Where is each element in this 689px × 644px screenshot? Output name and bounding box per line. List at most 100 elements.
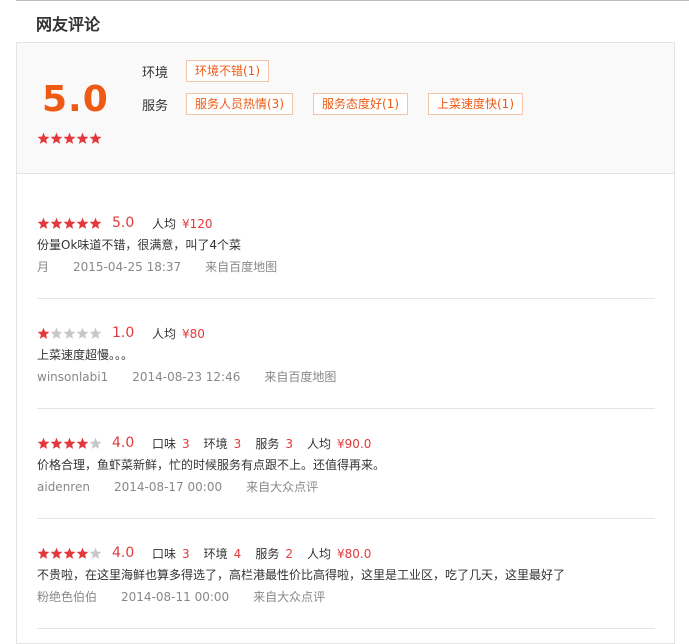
star-filled-icon — [37, 437, 50, 450]
review-time: 2014-08-11 00:00 — [121, 590, 230, 604]
review-attr: 服务 3 — [255, 435, 293, 452]
star-filled-icon — [76, 547, 89, 560]
tag-good-attitude[interactable]: 服务态度好(1) — [313, 93, 408, 115]
attr-value: 2 — [285, 546, 293, 561]
review-footer: 粉绝色伯伯 2014-08-11 00:00 来自大众点评 — [37, 588, 655, 606]
review-attr: 环境 4 — [204, 545, 242, 562]
star-empty-icon — [89, 327, 102, 340]
review-time: 2014-08-23 12:46 — [132, 370, 241, 384]
attr-value: 3 — [182, 546, 190, 561]
overall-score: 5.0 — [42, 79, 109, 120]
review-item: 4.0 口味 3 环境 3 服务 3 人均 ¥90.0 价格合理，鱼虾菜新鲜，忙的时候服… — [37, 434, 655, 496]
review-divider — [37, 298, 655, 299]
attr-key: 服务 — [255, 546, 280, 561]
review-time: 2014-08-17 00:00 — [113, 480, 223, 494]
star-empty-icon — [89, 547, 102, 560]
review-score: 1.0 — [112, 325, 135, 341]
attr-value: ¥90.0 — [336, 436, 372, 451]
review-meta: 4.0 口味 3 环境 3 服务 3 人均 ¥90.0 — [37, 434, 655, 452]
star-filled-icon — [50, 547, 63, 560]
attr-value: 3 — [182, 436, 190, 451]
attr-value: 4 — [233, 546, 242, 561]
attr-value: ¥80 — [182, 326, 205, 341]
tag-environment-good[interactable]: 环境不错(1) — [186, 60, 269, 82]
star-filled-icon — [89, 217, 102, 230]
review-item: 1.0 人均 ¥80 上菜速度超慢。。。 winsonlabi1 2014-08-… — [37, 324, 655, 386]
review-attr: 服务 2 — [255, 545, 293, 562]
tag-row-label: 服务 — [142, 98, 169, 114]
star-filled-icon — [50, 217, 63, 230]
overall-stars — [37, 132, 102, 145]
review-score: 5.0 — [112, 215, 135, 231]
review-time: 2015-04-25 18:37 — [73, 260, 182, 274]
star-filled-icon — [37, 327, 50, 340]
star-filled-icon — [89, 132, 102, 145]
star-filled-icon — [63, 437, 76, 450]
attr-value: ¥80.0 — [336, 546, 372, 561]
attr-key: 口味 — [152, 546, 177, 561]
review-stars — [37, 327, 102, 340]
tag-row-service: 服务 服务人员热情(3) 服务态度好(1) 上菜速度快(1) — [142, 93, 543, 115]
review-footer: winsonlabi1 2014-08-23 12:46 来自百度地图 — [37, 368, 655, 386]
review-attr: 口味 3 — [152, 435, 190, 452]
tag-row-label: 环境 — [142, 65, 169, 81]
attr-value: 3 — [285, 436, 293, 451]
star-filled-icon — [63, 132, 76, 145]
review-attr: 人均 ¥80.0 — [307, 545, 371, 562]
review-score: 4.0 — [112, 435, 135, 451]
review-item: 4.0 口味 3 环境 4 服务 2 人均 ¥80.0 不贵啦，在这里海鲜也算多得选了，… — [37, 544, 655, 606]
review-source: 来自百度地图 — [205, 260, 278, 274]
star-filled-icon — [63, 217, 76, 230]
attr-value: ¥120 — [182, 216, 213, 231]
review-user: 粉绝色伯伯 — [37, 590, 98, 604]
attr-key: 环境 — [203, 436, 228, 451]
rating-summary: 5.0 环境 环境不错(1) 服务 服务人员热情(3) 服务态度好(1) 上菜速… — [17, 43, 674, 174]
review-content: 价格合理，鱼虾菜新鲜，忙的时候服务有点跟不上。还值得再来。 — [37, 458, 386, 472]
section-title: 网友评论 — [36, 15, 101, 34]
review-user: aidenren — [37, 480, 90, 494]
tag-fast-serving[interactable]: 上菜速度快(1) — [428, 93, 523, 115]
star-empty-icon — [89, 437, 102, 450]
tag-row-environment: 环境 环境不错(1) — [142, 60, 289, 82]
attr-value: 3 — [233, 436, 242, 451]
attr-key: 人均 — [306, 546, 331, 561]
review-attr: 人均 ¥90.0 — [307, 435, 371, 452]
top-border — [16, 0, 689, 1]
review-content: 上菜速度超慢。。。 — [37, 348, 134, 362]
review-footer: aidenren 2014-08-17 00:00 来自大众点评 — [37, 478, 655, 496]
review-meta: 1.0 人均 ¥80 — [37, 324, 655, 342]
tag-staff-friendly[interactable]: 服务人员热情(3) — [186, 93, 293, 115]
review-stars — [37, 547, 102, 560]
star-empty-icon — [76, 327, 89, 340]
review-source: 来自百度地图 — [264, 370, 337, 384]
review-divider — [37, 518, 655, 519]
review-meta: 5.0 人均 ¥120 — [37, 214, 655, 232]
review-meta: 4.0 口味 3 环境 4 服务 2 人均 ¥80.0 — [37, 544, 655, 562]
star-filled-icon — [76, 437, 89, 450]
attr-key: 人均 — [152, 326, 177, 341]
star-empty-icon — [50, 327, 63, 340]
star-filled-icon — [63, 547, 76, 560]
star-filled-icon — [50, 437, 63, 450]
star-filled-icon — [37, 132, 50, 145]
review-footer: 月 2015-04-25 18:37 来自百度地图 — [37, 258, 655, 276]
review-divider — [37, 628, 655, 629]
review-attr: 环境 3 — [204, 435, 242, 452]
star-empty-icon — [63, 327, 76, 340]
review-user: winsonlabi1 — [37, 370, 109, 384]
review-content: 不贵啦，在这里海鲜也算多得选了，高栏港最性价比高得啦，这里是工业区，吃了几天，这… — [37, 568, 566, 582]
attr-key: 人均 — [152, 216, 177, 231]
review-attr: 人均 ¥120 — [152, 215, 213, 232]
reviews-panel: 5.0 环境 环境不错(1) 服务 服务人员热情(3) 服务态度好(1) 上菜速… — [16, 42, 675, 644]
review-source: 来自大众点评 — [246, 480, 319, 494]
review-attr: 人均 ¥80 — [152, 325, 205, 342]
review-stars — [37, 437, 102, 450]
star-filled-icon — [37, 217, 50, 230]
review-attr: 口味 3 — [152, 545, 190, 562]
attr-key: 人均 — [306, 436, 331, 451]
attr-key: 口味 — [152, 436, 177, 451]
review-content: 份量Ok味道不错，很满意，叫了4个菜 — [37, 238, 242, 252]
star-filled-icon — [76, 217, 89, 230]
attr-key: 环境 — [203, 546, 228, 561]
star-filled-icon — [50, 132, 63, 145]
